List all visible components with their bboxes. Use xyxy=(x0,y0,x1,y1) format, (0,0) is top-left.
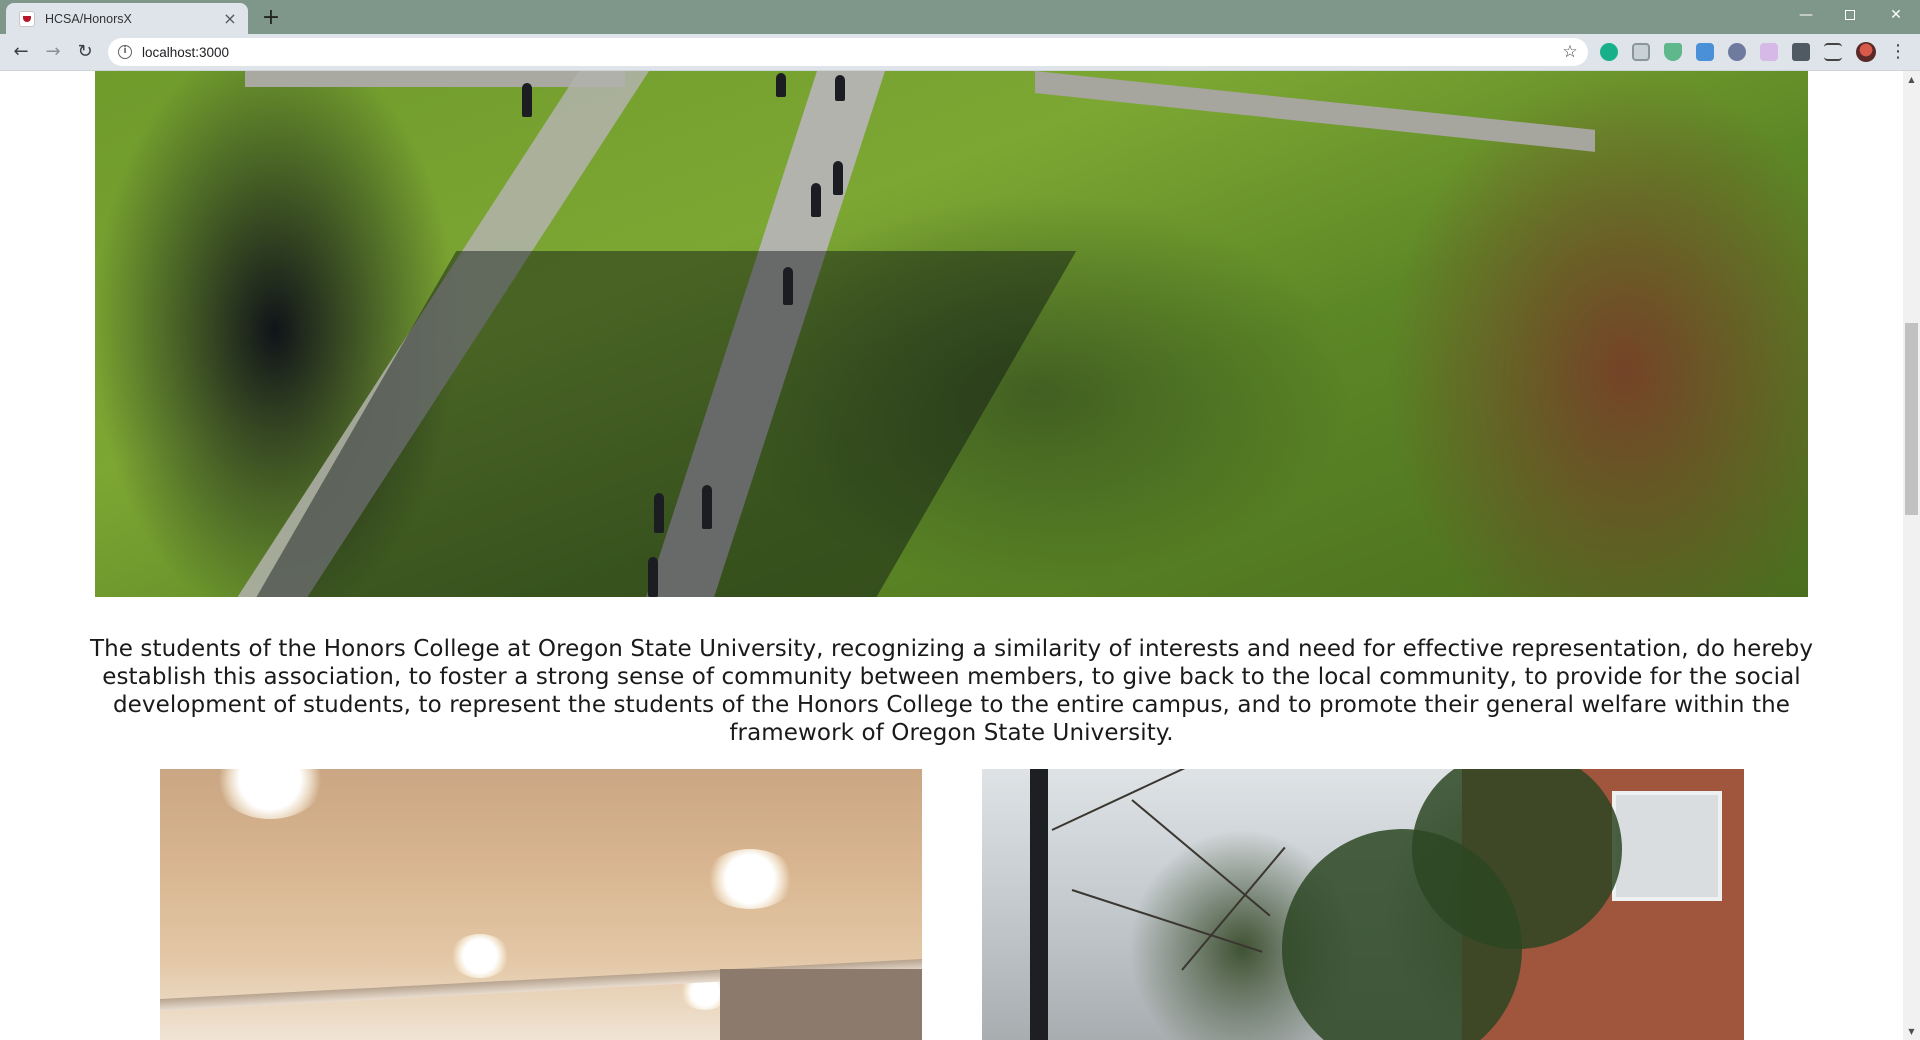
page-scrollbar[interactable]: ▲ ▼ xyxy=(1903,71,1920,1040)
new-tab-icon[interactable]: + xyxy=(258,5,284,31)
campus-building-photo xyxy=(982,769,1744,1040)
page-viewport: The students of the Honors College at Or… xyxy=(0,71,1903,1040)
address-bar[interactable]: i localhost:3000 ☆ xyxy=(108,38,1588,66)
purple-extension-icon[interactable] xyxy=(1760,43,1778,61)
close-window-icon[interactable]: ✕ xyxy=(1872,0,1920,30)
browser-tab[interactable]: HCSA/HonorsX × xyxy=(6,3,248,34)
url-text[interactable]: localhost:3000 xyxy=(142,45,1560,60)
tab-strip: HCSA/HonorsX × + — ✕ xyxy=(0,0,1920,34)
grammarly-extension-icon[interactable] xyxy=(1600,43,1618,61)
close-tab-icon[interactable]: × xyxy=(222,10,238,27)
scroll-up-arrow-icon[interactable]: ▲ xyxy=(1903,71,1920,88)
profile-avatar[interactable] xyxy=(1856,42,1876,62)
glasses-extension-icon[interactable] xyxy=(1728,43,1746,61)
reading-list-icon[interactable] xyxy=(1824,43,1842,61)
site-favicon-icon xyxy=(19,10,35,27)
mission-statement: The students of the Honors College at Or… xyxy=(89,636,1814,746)
tab-title: HCSA/HonorsX xyxy=(45,11,132,26)
minimize-window-icon[interactable]: — xyxy=(1784,0,1828,30)
site-info-icon[interactable]: i xyxy=(118,45,132,59)
puzzle-extensions-icon[interactable] xyxy=(1792,43,1810,61)
restore-window-icon[interactable] xyxy=(1828,0,1872,30)
forward-arrow-icon[interactable]: → xyxy=(40,39,66,65)
reload-icon[interactable]: ↻ xyxy=(72,39,98,65)
browser-toolbar: ← → ↻ i localhost:3000 ☆ ⋮ xyxy=(0,34,1920,71)
event-room-photo xyxy=(160,769,922,1040)
drive-extension-icon[interactable] xyxy=(1696,43,1714,61)
back-arrow-icon[interactable]: ← xyxy=(8,39,34,65)
shield-extension-icon[interactable] xyxy=(1664,43,1682,61)
scroll-down-arrow-icon[interactable]: ▼ xyxy=(1903,1023,1920,1040)
bookmark-star-icon[interactable]: ☆ xyxy=(1560,42,1580,62)
browser-menu-icon[interactable]: ⋮ xyxy=(1888,39,1908,65)
campus-lawn-photo xyxy=(95,71,1808,597)
screen-extension-icon[interactable] xyxy=(1632,43,1650,61)
scrollbar-thumb[interactable] xyxy=(1905,323,1918,515)
